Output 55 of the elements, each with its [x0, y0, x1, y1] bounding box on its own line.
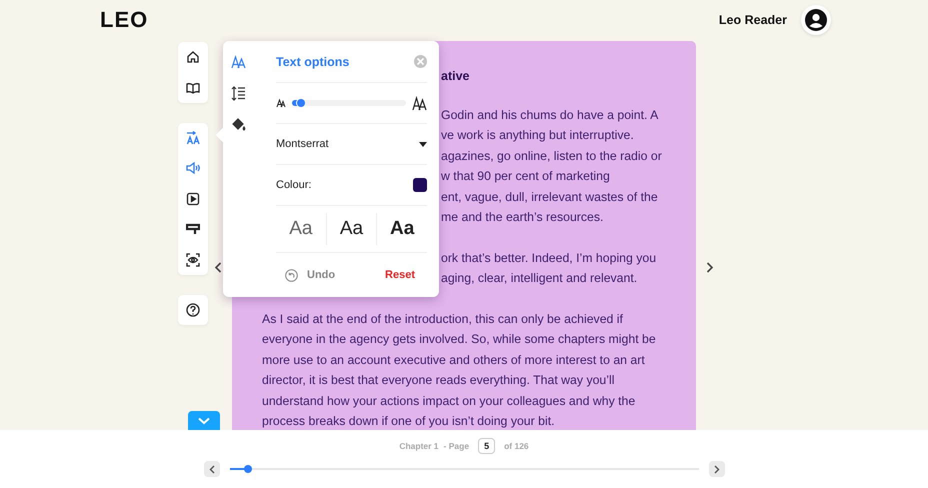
avatar-button[interactable]	[801, 5, 831, 35]
text-size-icon	[186, 130, 200, 145]
previous-button[interactable]	[204, 461, 220, 477]
help-icon	[186, 302, 200, 317]
line-spacing-tab[interactable]	[231, 86, 247, 101]
text-line: Godin and his chums do have a point. A	[441, 107, 660, 124]
eye-icon	[186, 252, 200, 267]
panel-title: Text options	[276, 54, 350, 68]
user-name: Leo Reader	[718, 13, 787, 27]
chapter-label: Chapter 1	[399, 441, 439, 451]
paint-bucket-icon	[231, 117, 246, 132]
text-line: ve work is anything but interruptive.	[441, 127, 635, 144]
paragraph: As I said at the end of the introduction, this can only be achieved if everyone in the agency gets involved. So, while some chapters might be more use to an account executive and others of more interest to an art director, it is best that everyone reads everything. That way you’ll understand how your actions impact on your colleagues and why the process breaks down if one of you isn’t doing your bit.	[262, 311, 657, 430]
dropdown-caret-icon	[419, 142, 427, 146]
paint-roller-icon	[186, 222, 200, 236]
colour-tab[interactable]	[231, 117, 247, 132]
play-icon	[186, 192, 200, 206]
page-label: - Page	[444, 441, 470, 451]
text-size-slider[interactable]	[292, 100, 406, 106]
text-size-icon	[231, 55, 246, 70]
undo-icon	[285, 268, 298, 282]
previous-page-icon[interactable]	[214, 262, 222, 273]
text-line: ork that’s better. Indeed, I’m hoping you	[441, 250, 658, 267]
text-line: agazines, go online, listen to the radio or	[441, 148, 663, 165]
font-dropdown[interactable]: Montserrat	[276, 138, 329, 150]
close-icon	[416, 57, 425, 66]
text-line: aging, clear, intelligent and relevant.	[441, 270, 638, 288]
scroll-down-button[interactable]	[188, 411, 220, 430]
font-weight-option[interactable]: Aa	[326, 213, 376, 245]
chapter-heading: ative	[441, 68, 470, 85]
text-line: ent, vague, dull, irrelevant wastes of the	[441, 188, 659, 206]
font-weight-option[interactable]: Aa	[376, 213, 428, 245]
next-page-icon[interactable]	[706, 262, 714, 273]
user-icon	[805, 9, 827, 31]
colour-swatch[interactable]	[413, 178, 427, 192]
reset-button[interactable]: Reset	[385, 269, 415, 281]
undo-button[interactable]: Undo	[285, 268, 336, 282]
logo: LEO	[100, 7, 148, 33]
text-line: w that 90 per cent of marketing	[441, 168, 611, 186]
line-spacing-icon	[231, 86, 246, 101]
speaker-icon	[186, 161, 200, 176]
page-number-field[interactable]: 5	[478, 438, 496, 454]
page-total: of 126	[504, 441, 529, 451]
colour-label: Colour:	[276, 179, 312, 191]
next-button[interactable]	[708, 461, 724, 477]
chevron-down-icon	[198, 416, 210, 424]
open-book-icon	[186, 80, 200, 95]
font-weight-option[interactable]: Aa	[276, 213, 326, 245]
large-text-icon	[412, 96, 427, 110]
home-icon	[186, 50, 200, 64]
chevron-right-icon	[714, 464, 720, 474]
chevron-left-icon	[208, 464, 214, 474]
text-size-tab[interactable]	[231, 55, 247, 70]
small-text-icon	[276, 98, 286, 108]
text-line: me and the earth’s resources.	[441, 209, 604, 226]
